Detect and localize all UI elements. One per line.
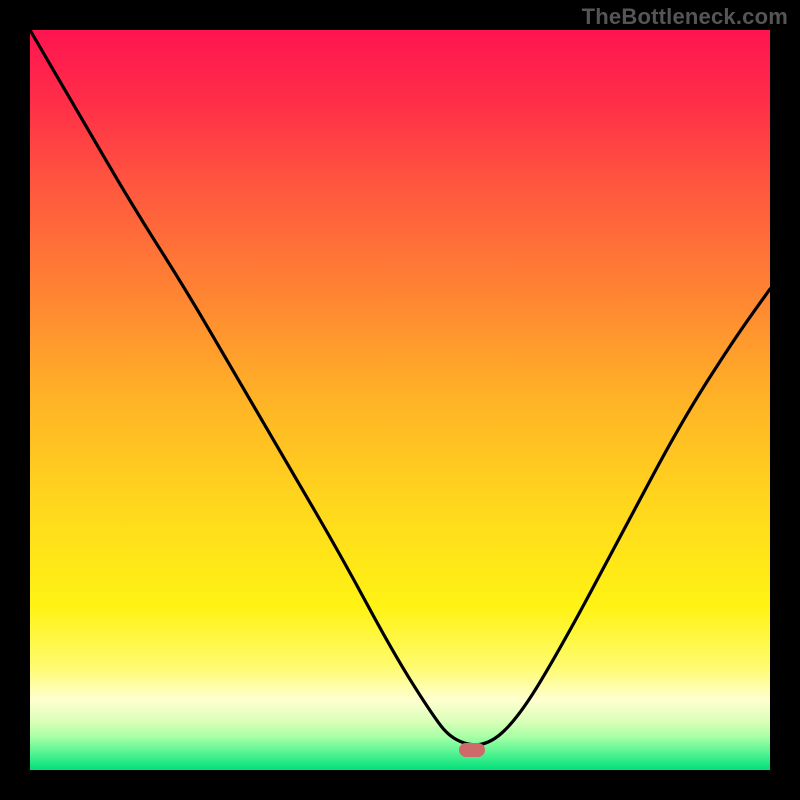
plot-area [30, 30, 770, 770]
chart-frame: TheBottleneck.com [0, 0, 800, 800]
bottleneck-curve [30, 30, 770, 770]
watermark-text: TheBottleneck.com [582, 4, 788, 30]
optimal-marker [459, 743, 485, 757]
